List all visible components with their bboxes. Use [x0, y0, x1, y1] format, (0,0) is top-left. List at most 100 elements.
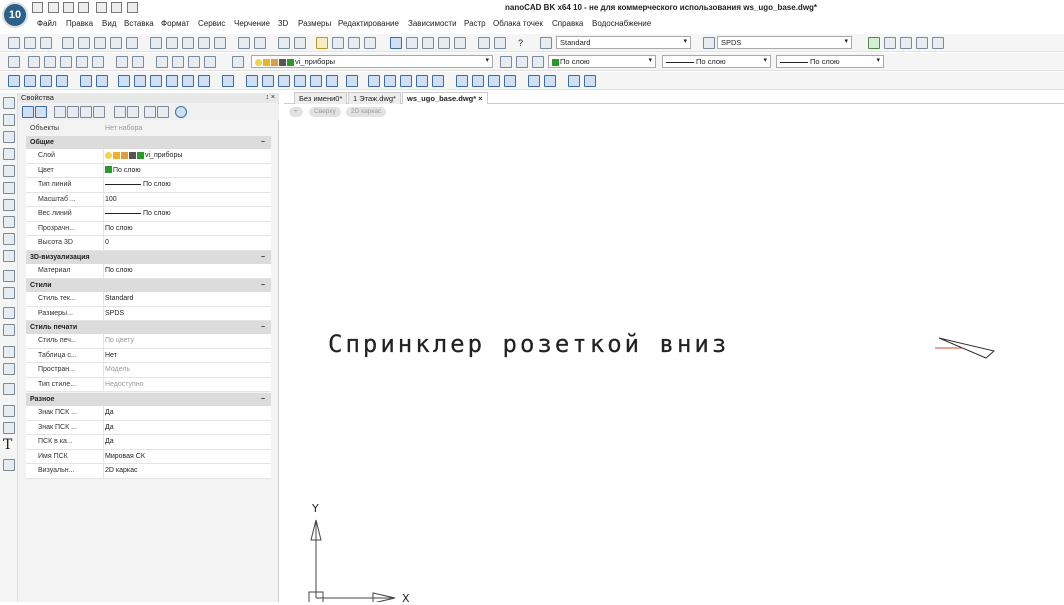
menu-modify[interactable]: Редактирование	[338, 19, 399, 28]
print-preview-icon[interactable]	[78, 37, 90, 49]
new-icon[interactable]	[8, 37, 20, 49]
layer-unisolate-icon[interactable]	[204, 56, 216, 68]
menu-format[interactable]: Формат	[161, 19, 189, 28]
tool-6-icon[interactable]	[96, 75, 108, 87]
tool-14-icon[interactable]	[246, 75, 258, 87]
help-info-icon[interactable]	[175, 106, 187, 118]
zoom-previous-icon[interactable]	[364, 37, 376, 49]
collapse-icon[interactable]	[157, 106, 169, 118]
group-general[interactable]: Общие −	[26, 136, 271, 149]
pan-icon[interactable]	[278, 37, 290, 49]
visual-style-icon[interactable]	[932, 37, 944, 49]
prop-plot-table[interactable]: Таблица с... Нет	[26, 348, 271, 363]
menu-insert[interactable]: Вставка	[124, 19, 154, 28]
menu-dimensions[interactable]: Размеры	[298, 19, 331, 28]
publish-icon[interactable]	[110, 37, 122, 49]
layer-match-icon[interactable]	[172, 56, 184, 68]
linetype-select[interactable]: По слою ▾	[662, 55, 771, 68]
open-icon[interactable]	[24, 37, 36, 49]
copy-icon[interactable]	[166, 37, 178, 49]
dim-aligned-icon[interactable]	[132, 56, 144, 68]
prop-transparency[interactable]: Прозрачн... По слою	[26, 221, 271, 236]
viewport-menu-button[interactable]: +	[289, 107, 303, 117]
tool-2-icon[interactable]	[24, 75, 36, 87]
menu-edit[interactable]: Правка	[66, 19, 93, 28]
move-up-icon[interactable]	[114, 106, 126, 118]
tool-32-icon[interactable]	[568, 75, 580, 87]
menu-draw[interactable]: Черчение	[234, 19, 270, 28]
filter-icon[interactable]	[67, 106, 79, 118]
zoom-extents-icon[interactable]	[332, 37, 344, 49]
prop-height-3d[interactable]: Высота 3D 0	[26, 236, 271, 251]
tab-ws-ugo-base[interactable]: ws_ugo_base.dwg* ×	[402, 92, 488, 104]
distance-icon[interactable]	[478, 37, 490, 49]
tool-19-icon[interactable]	[326, 75, 338, 87]
make-current-icon[interactable]	[500, 56, 512, 68]
tool-18-icon[interactable]	[310, 75, 322, 87]
tool-13-icon[interactable]	[222, 75, 234, 87]
properties-toggle-icon[interactable]	[390, 37, 402, 49]
snap-icon[interactable]	[28, 56, 40, 68]
layer-walk-icon[interactable]	[516, 56, 528, 68]
redo-icon[interactable]	[111, 2, 122, 13]
panel-controls[interactable]: ↕ ×	[265, 93, 275, 103]
tool-22-icon[interactable]	[384, 75, 396, 87]
menu-help[interactable]: Справка	[552, 19, 583, 28]
cut-icon[interactable]	[150, 37, 162, 49]
point-icon[interactable]	[3, 383, 15, 395]
polar-icon[interactable]	[76, 56, 88, 68]
select-objects-icon[interactable]	[22, 106, 34, 118]
group-plot-style[interactable]: Стиль печати −	[26, 321, 271, 334]
zoom-in-icon[interactable]	[348, 37, 360, 49]
tool-33-icon[interactable]	[584, 75, 596, 87]
layer-previous-icon[interactable]	[156, 56, 168, 68]
paste-icon[interactable]	[182, 37, 194, 49]
dim-style-select[interactable]: SPDS ▾	[717, 36, 852, 49]
redo-icon[interactable]	[254, 37, 266, 49]
tool-3-icon[interactable]	[40, 75, 52, 87]
line-tool-icon[interactable]	[3, 97, 15, 109]
menu-raster[interactable]: Растр	[464, 19, 486, 28]
tool-29-icon[interactable]	[504, 75, 516, 87]
menu-file[interactable]: Файл	[37, 19, 57, 28]
color-select[interactable]: По слою ▾	[548, 55, 656, 68]
polygon-tool-icon[interactable]	[3, 148, 15, 160]
plot-icon[interactable]	[94, 37, 106, 49]
app-logo[interactable]: 10	[2, 2, 28, 28]
help-icon[interactable]: ?	[518, 38, 523, 48]
plot-style-icon[interactable]	[916, 37, 928, 49]
tool-20-icon[interactable]	[346, 75, 358, 87]
markup-icon[interactable]	[494, 37, 506, 49]
tool-1-icon[interactable]	[8, 75, 20, 87]
multileader-style-icon[interactable]	[900, 37, 912, 49]
quick-select-icon[interactable]	[54, 106, 66, 118]
pickadd-icon[interactable]	[35, 106, 47, 118]
orbit-icon[interactable]	[294, 37, 306, 49]
tool-25-icon[interactable]	[432, 75, 444, 87]
tab-floor-1[interactable]: 1 Этаж.dwg*	[348, 92, 401, 104]
save-icon[interactable]	[63, 2, 74, 13]
tool-5-icon[interactable]	[80, 75, 92, 87]
layers-manager-icon[interactable]	[8, 56, 20, 68]
region-icon[interactable]	[3, 307, 15, 319]
prop-linetype[interactable]: Тип линий По слою	[26, 178, 271, 193]
export-icon[interactable]	[126, 37, 138, 49]
table-style-icon[interactable]	[884, 37, 896, 49]
tool-27-icon[interactable]	[472, 75, 484, 87]
visual-style-button[interactable]: 2D каркас	[346, 107, 387, 117]
menu-water-supply[interactable]: Водоснабжение	[592, 19, 651, 28]
multileader-icon[interactable]	[3, 459, 15, 471]
tool-26-icon[interactable]	[456, 75, 468, 87]
view-direction-button[interactable]: Сверху	[309, 107, 341, 117]
tab-untitled[interactable]: Без имени0*	[294, 92, 348, 104]
prop-lineweight[interactable]: Вес линий По слою	[26, 207, 271, 222]
undo-icon[interactable]	[96, 2, 107, 13]
prop-color[interactable]: Цвет По слою	[26, 163, 271, 178]
menu-service[interactable]: Сервис	[198, 19, 225, 28]
menu-constraints[interactable]: Зависимости	[408, 19, 457, 28]
layer-isolate-icon[interactable]	[188, 56, 200, 68]
tool-15-icon[interactable]	[262, 75, 274, 87]
sheet-set-icon[interactable]	[438, 37, 450, 49]
tool-9-icon[interactable]	[150, 75, 162, 87]
layer-select[interactable]: vi_приборы ▾	[251, 55, 493, 68]
